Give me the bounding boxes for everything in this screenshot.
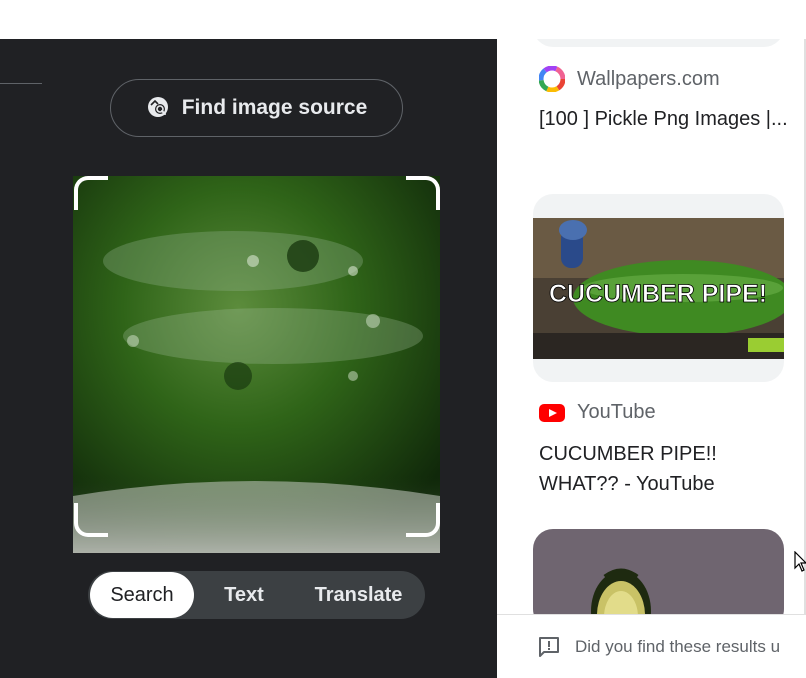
mode-translate-tab[interactable]: Translate [294,572,423,618]
result-source-name: Wallpapers.com [577,67,720,90]
result-title[interactable]: CUCUMBER PIPE!! WHAT?? - YouTube [539,439,789,499]
crop-handle-bottom-right[interactable] [406,503,440,537]
feedback-text: Did you find these results u [575,636,781,656]
previous-result-card[interactable] [533,39,784,47]
selected-image [73,176,440,553]
lens-panel: Find image source Search Text Translate [0,39,497,678]
find-image-source-button[interactable]: Find image source [110,79,403,137]
crop-handle-bottom-left[interactable] [74,503,108,537]
mode-search-tab[interactable]: Search [90,572,194,618]
colorful-wheel-icon [539,66,565,92]
thumbnail-caption: CUCUMBER PIPE! [549,280,767,308]
avocado-image [533,529,784,614]
find-image-source-label: Find image source [181,96,368,119]
crop-handle-top-right[interactable] [406,176,440,210]
result-thumbnail[interactable] [533,529,784,614]
cucumber-pipe-image: CUCUMBER PIPE! [533,218,784,359]
image-search-icon [147,97,168,117]
result-source[interactable]: Wallpapers.com [539,66,720,92]
youtube-icon [539,403,565,422]
divider [0,83,42,84]
results-panel: Wallpapers.com [100 ] Pickle Png Images … [497,39,806,614]
crop-handle-top-left[interactable] [74,176,108,210]
feedback-bar[interactable]: Did you find these results u [497,614,806,678]
mouse-cursor-icon [794,551,806,572]
mode-switcher: Search Text Translate [88,571,425,619]
result-title[interactable]: [100 ] Pickle Png Images |... [539,104,789,134]
feedback-icon [539,636,559,657]
mode-text-tab[interactable]: Text [194,572,294,618]
result-source[interactable]: YouTube [539,401,656,424]
result-thumbnail[interactable]: CUCUMBER PIPE! [533,194,784,382]
result-source-name: YouTube [577,401,656,423]
top-bar [0,0,806,39]
